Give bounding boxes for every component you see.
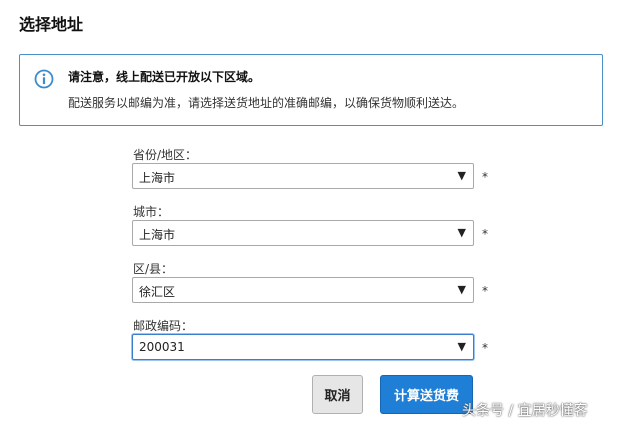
district-value: 徐汇区: [139, 285, 176, 299]
postal-code-label: 邮政编码：: [133, 319, 194, 333]
district-label: 区/县：: [133, 262, 174, 276]
chevron-down-icon: ▼: [457, 169, 466, 182]
city-select[interactable]: 上海市 ▼: [132, 220, 474, 246]
watermark: 头条号 / 宜居秒懂客: [462, 403, 588, 419]
notice-title: 请注意，线上配送已开放以下区域。: [68, 70, 261, 84]
postal-code-value: 200031: [139, 340, 185, 354]
notice-text: 配送服务以邮编为准，请选择送货地址的准确邮编，以确保货物顺利送达。: [68, 96, 465, 110]
notice-box: 请注意，线上配送已开放以下区域。 配送服务以邮编为准，请选择送货地址的准确邮编，…: [19, 54, 603, 126]
required-marker: *: [482, 170, 488, 184]
cancel-button[interactable]: 取消: [312, 375, 363, 414]
province-label: 省份/地区：: [133, 148, 198, 162]
chevron-down-icon: ▼: [457, 226, 466, 239]
info-icon: [34, 69, 54, 89]
province-select[interactable]: 上海市 ▼: [132, 163, 474, 189]
province-value: 上海市: [139, 171, 176, 185]
postal-code-select[interactable]: 200031 ▼: [132, 334, 474, 360]
district-select[interactable]: 徐汇区 ▼: [132, 277, 474, 303]
chevron-down-icon: ▼: [457, 283, 466, 296]
page-title: 选择地址: [19, 15, 84, 34]
required-marker: *: [482, 284, 488, 298]
chevron-down-icon: ▼: [457, 340, 466, 353]
required-marker: *: [482, 227, 488, 241]
city-value: 上海市: [139, 228, 176, 242]
city-label: 城市：: [133, 205, 170, 219]
required-marker: *: [482, 341, 488, 355]
calculate-shipping-button[interactable]: 计算送货费: [380, 375, 473, 414]
